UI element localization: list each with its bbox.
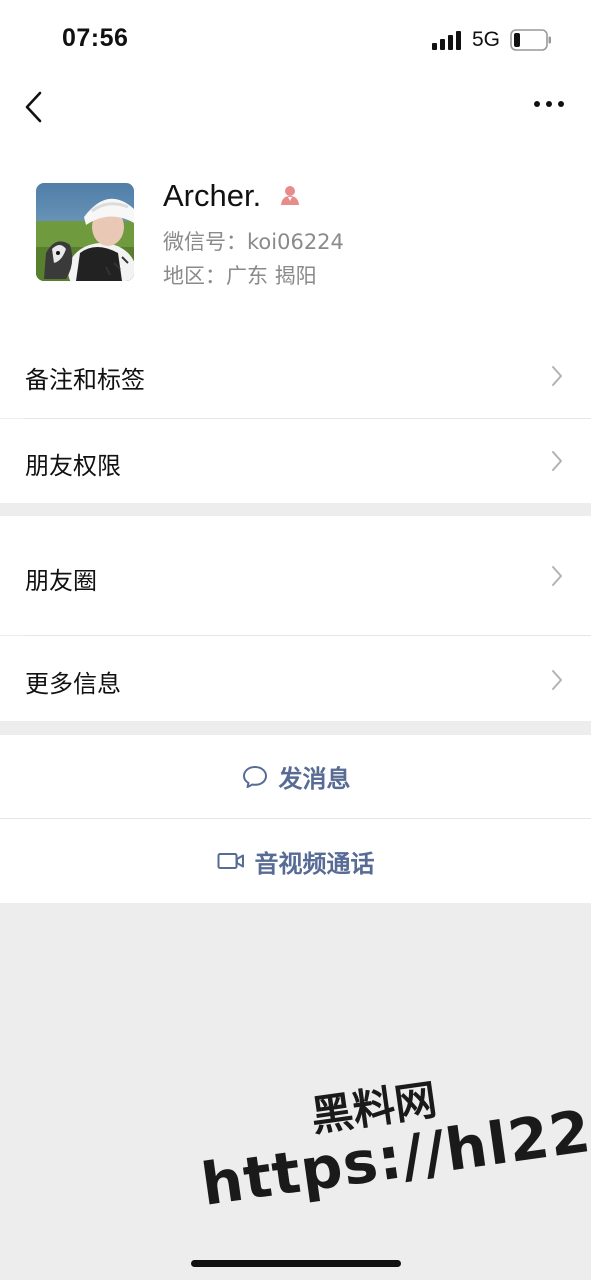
video-call-label: 音视频通话: [254, 849, 375, 878]
chat-bubble-icon: [242, 765, 267, 788]
menu-item-label: 朋友圈: [25, 567, 97, 595]
status-time: 07:56: [62, 24, 129, 52]
home-indicator[interactable]: [191, 1260, 401, 1267]
wechat-id: 微信号：koi06224: [163, 230, 344, 254]
status-bar: 07:56 5G: [0, 0, 591, 80]
chevron-right-icon: [552, 670, 562, 690]
chevron-left-icon[interactable]: [22, 90, 46, 124]
nav-bar: [0, 80, 591, 140]
watermark-url: https://hl22.co: [197, 1083, 591, 1219]
signal-icon: [432, 31, 461, 50]
avatar[interactable]: [36, 183, 134, 281]
profile-nickname: Archer.: [163, 178, 262, 213]
chevron-right-icon: [552, 566, 562, 586]
chevron-right-icon: [552, 451, 562, 471]
menu-item-friend-permissions[interactable]: 朋友权限: [0, 419, 591, 503]
chevron-right-icon: [552, 366, 562, 386]
region: 地区：广东 揭阳: [163, 264, 317, 288]
video-call-button[interactable]: 音视频通话: [0, 819, 591, 903]
video-camera-icon: [217, 853, 244, 869]
menu-item-moments[interactable]: 朋友圈: [0, 516, 591, 635]
network-label: 5G: [472, 28, 501, 51]
profile-header: Archer. 微信号：koi06224 地区：广东 揭阳: [0, 140, 591, 334]
menu-item-label: 备注和标签: [25, 366, 145, 394]
menu-item-more-info[interactable]: 更多信息: [0, 636, 591, 721]
more-dots-icon[interactable]: [532, 96, 566, 112]
send-message-label: 发消息: [278, 765, 351, 793]
female-icon: [281, 186, 299, 205]
menu-item-label: 更多信息: [25, 670, 121, 698]
send-message-button[interactable]: 发消息: [0, 735, 591, 818]
battery-icon: [510, 29, 551, 51]
menu-item-label: 朋友权限: [25, 452, 121, 480]
menu-item-remarks-tags[interactable]: 备注和标签: [0, 334, 591, 418]
watermark-title: 黑料网: [308, 1074, 440, 1142]
